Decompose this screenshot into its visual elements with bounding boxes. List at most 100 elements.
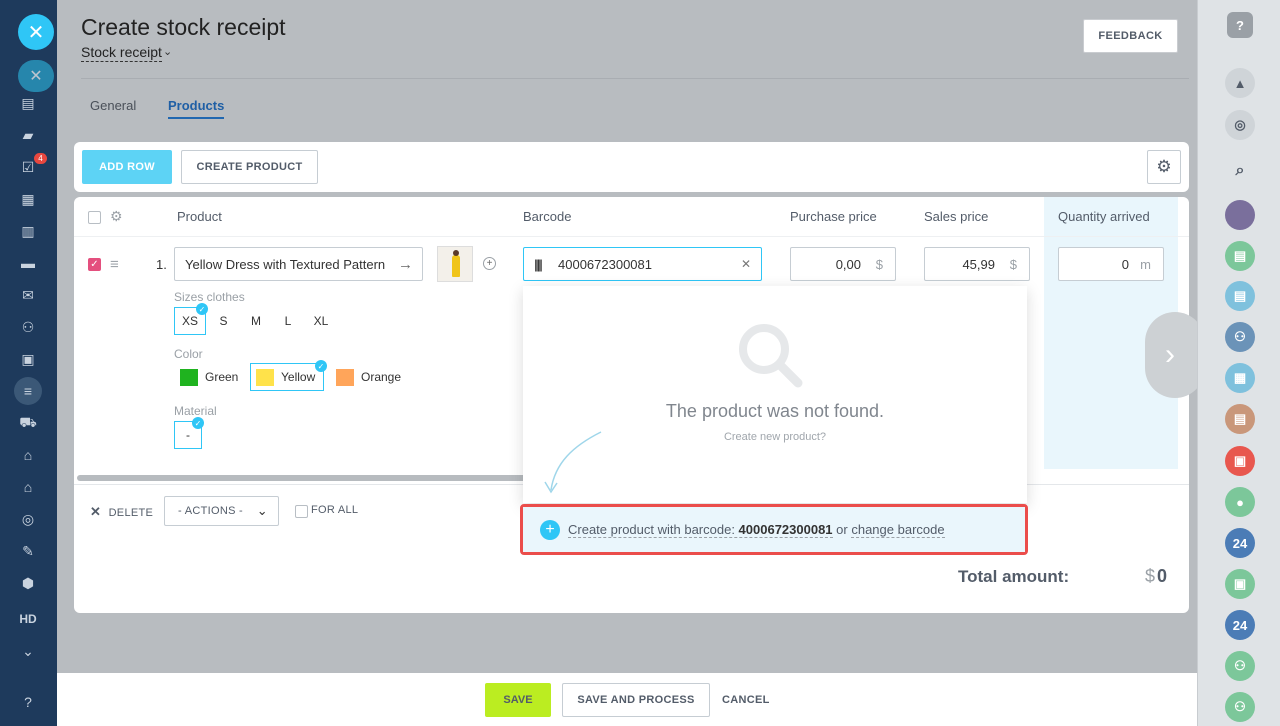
- contact-card-icon[interactable]: ▤: [1225, 241, 1255, 271]
- avatar[interactable]: [1225, 200, 1255, 230]
- right-sidebar: ? ▲ ◎ ⌕ ▤ ▤ ⚇ ▦ ▤ ▣ ● 24 ▣ 24 ⚇ ⚇: [1197, 0, 1280, 726]
- feed-icon[interactable]: ▤: [14, 89, 42, 117]
- color-option-yellow[interactable]: Yellow: [250, 363, 324, 391]
- chat-icon[interactable]: ◎: [1225, 110, 1255, 140]
- bitrix24-icon[interactable]: 24: [1225, 528, 1255, 558]
- quantity-field[interactable]: 0 m: [1058, 247, 1164, 281]
- calendar-icon[interactable]: ▦: [1225, 363, 1255, 393]
- chat-icon[interactable]: ▰: [14, 121, 42, 149]
- size-option-m[interactable]: M: [242, 307, 270, 335]
- product-name-field[interactable]: Yellow Dress with Textured Pattern →: [174, 247, 423, 281]
- more-icon[interactable]: ⌄: [14, 637, 42, 665]
- save-button[interactable]: SAVE: [485, 683, 551, 717]
- horizontal-scrollbar[interactable]: [77, 475, 532, 481]
- cart-icon[interactable]: ⛟: [14, 409, 42, 437]
- create-with-barcode-link[interactable]: Create product with barcode: 40006723000…: [568, 522, 833, 538]
- arrow-right-icon[interactable]: →: [398, 256, 413, 273]
- search-icon: [739, 324, 803, 388]
- chevron-down-icon[interactable]: ⌄: [163, 45, 172, 58]
- barcode-search-popup: The product was not found. Create new pr…: [523, 286, 1027, 503]
- column-settings-gear-icon[interactable]: ⚙: [110, 208, 123, 225]
- save-and-process-button[interactable]: SAVE AND PROCESS: [562, 683, 710, 717]
- groups-icon[interactable]: ⚇: [14, 313, 42, 341]
- products-toolbar: ADD ROW CREATE PRODUCT ⚙: [74, 142, 1189, 192]
- tasks-badge: 4: [34, 153, 47, 164]
- contact-card-icon[interactable]: ▤: [1225, 281, 1255, 311]
- not-found-message: The product was not found.: [665, 401, 885, 421]
- close-icon[interactable]: ✕: [18, 14, 54, 50]
- product-image[interactable]: [437, 246, 473, 282]
- add-image-icon[interactable]: +: [483, 257, 496, 270]
- scroll-right-arrow-icon[interactable]: ›: [1145, 312, 1205, 398]
- purchase-price-field[interactable]: 0,00 $: [790, 247, 896, 281]
- hd-icon[interactable]: HD: [14, 605, 42, 633]
- robot-icon[interactable]: ⌂: [14, 441, 42, 469]
- lock-icon[interactable]: ▣: [1225, 569, 1255, 599]
- group-icon[interactable]: ⚇: [1225, 651, 1255, 681]
- header-barcode: Barcode: [523, 209, 572, 224]
- header-divider: [74, 236, 1189, 237]
- select-all-checkbox[interactable]: [88, 211, 101, 224]
- box-icon[interactable]: ⬢: [14, 569, 42, 597]
- sign-icon[interactable]: ✎: [14, 537, 42, 565]
- quantity-unit: m: [1140, 257, 1151, 272]
- drive-icon[interactable]: ▬: [14, 249, 42, 277]
- mail-icon[interactable]: ✉: [14, 281, 42, 309]
- search-icon[interactable]: ⌕: [1225, 156, 1255, 186]
- funnel-icon[interactable]: ≡: [14, 377, 42, 405]
- calendar-icon[interactable]: ▦: [14, 185, 42, 213]
- group-icon[interactable]: ⚇: [1225, 692, 1255, 722]
- document-type-selector[interactable]: Stock receipt: [81, 44, 162, 62]
- for-all-checkbox[interactable]: [295, 505, 308, 518]
- contact-card-icon[interactable]: ▣: [14, 345, 42, 373]
- document-icon[interactable]: ▥: [14, 217, 42, 245]
- hint-arrow-icon: [544, 431, 602, 494]
- create-product-button[interactable]: CREATE PRODUCT: [181, 150, 318, 184]
- close-secondary-icon[interactable]: ✕: [18, 60, 54, 92]
- group-chat-icon[interactable]: ⚇: [1225, 322, 1255, 352]
- help-icon[interactable]: ?: [14, 688, 42, 716]
- tasks-icon[interactable]: ☑ 4: [14, 153, 47, 181]
- tab-products[interactable]: Products: [168, 98, 225, 119]
- header-divider: [81, 78, 1189, 79]
- add-row-button[interactable]: ADD ROW: [82, 150, 172, 184]
- size-option-l[interactable]: L: [276, 307, 300, 335]
- delete-button[interactable]: ✕ DELETE: [90, 504, 153, 520]
- color-name-yellow: Yellow: [281, 370, 316, 384]
- total-amount-label: Total amount:: [958, 567, 1070, 586]
- purchase-price-value: 0,00: [835, 256, 861, 272]
- size-option-s[interactable]: S: [211, 307, 236, 335]
- quantity-value: 0: [1121, 256, 1129, 272]
- lock-icon[interactable]: ▣: [1225, 446, 1255, 476]
- contact-card-icon[interactable]: ▤: [1225, 404, 1255, 434]
- change-barcode-link[interactable]: change barcode: [851, 522, 945, 538]
- bell-icon[interactable]: ▲: [1225, 68, 1255, 98]
- help-icon[interactable]: ?: [1227, 12, 1253, 38]
- create-prefix-text: Create product with barcode:: [568, 521, 739, 537]
- create-with-barcode-option[interactable]: + Create product with barcode: 400067230…: [520, 504, 1028, 555]
- color-option-green[interactable]: Green: [174, 363, 244, 391]
- barcode-field[interactable]: ||||| 4000672300081 ✕: [523, 247, 762, 281]
- barcode-value: 4000672300081: [558, 256, 652, 272]
- or-text: or: [832, 522, 852, 537]
- material-label: Material: [174, 404, 217, 418]
- clear-barcode-icon[interactable]: ✕: [741, 257, 751, 271]
- settings-gear-icon[interactable]: ⚙: [1147, 150, 1181, 184]
- cancel-button[interactable]: CANCEL: [722, 694, 770, 706]
- drag-handle-icon[interactable]: ≡: [110, 256, 119, 273]
- color-option-orange[interactable]: Orange: [330, 363, 408, 391]
- user-icon[interactable]: ●: [1225, 487, 1255, 517]
- bottom-action-bar: SAVE SAVE AND PROCESS CANCEL: [57, 673, 1197, 726]
- barcode-icon: |||||: [534, 257, 543, 272]
- size-option-xl[interactable]: XL: [306, 307, 336, 335]
- sales-price-field[interactable]: 45,99 $: [924, 247, 1030, 281]
- store-icon[interactable]: ⌂: [14, 473, 42, 501]
- feedback-button[interactable]: FEEDBACK: [1083, 19, 1178, 53]
- target-icon[interactable]: ◎: [14, 505, 42, 533]
- create-barcode-value: 4000672300081: [738, 521, 833, 537]
- tab-general[interactable]: General: [90, 98, 136, 113]
- actions-dropdown[interactable]: - ACTIONS - ⌄: [164, 496, 279, 526]
- row-checkbox[interactable]: ✓: [88, 258, 101, 271]
- yellow-swatch: [256, 368, 274, 386]
- bitrix24-icon[interactable]: 24: [1225, 610, 1255, 640]
